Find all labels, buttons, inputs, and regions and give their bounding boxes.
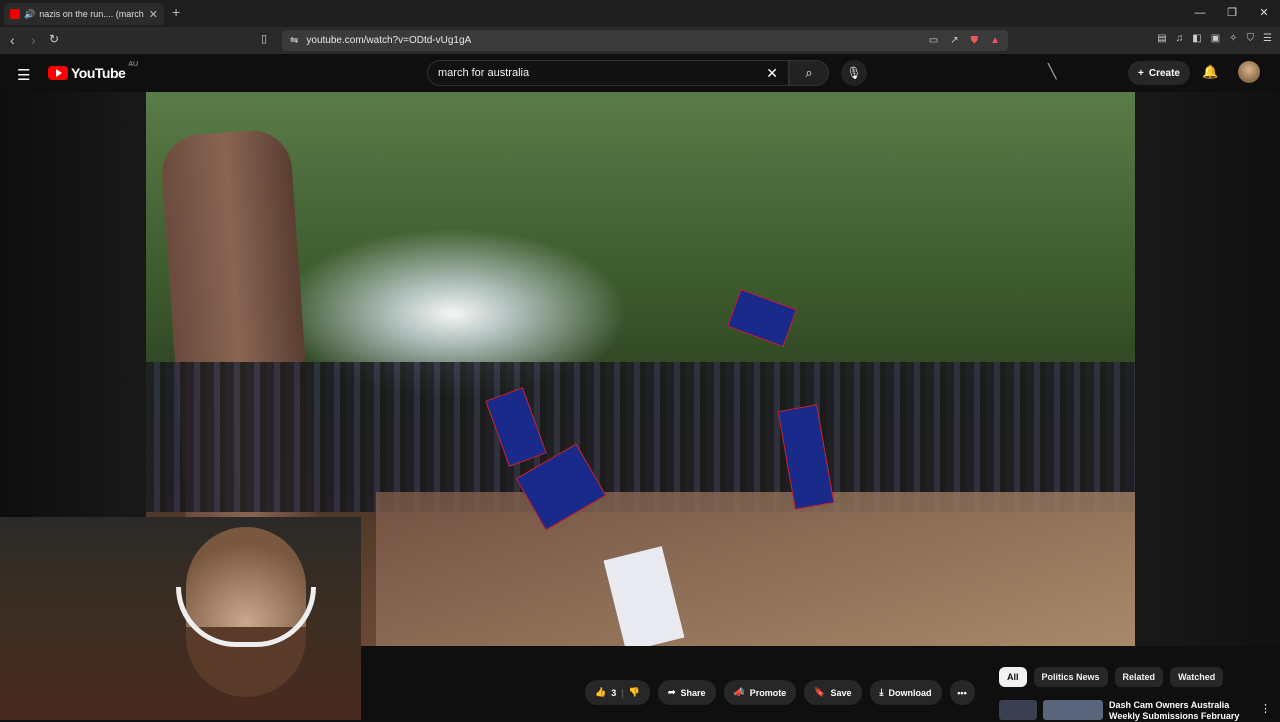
minimize-button[interactable]: — [1184, 0, 1216, 27]
youtube-wordmark: YouTube [71, 65, 126, 81]
recommendation-thumbnail-left[interactable] [999, 700, 1037, 720]
extensions-toolbar: ▤ ♫ ◧ ▣ ✧ ⛉ ☰ [1157, 33, 1272, 44]
promote-label: Promote [749, 687, 787, 698]
like-button[interactable]: 👍 3 | 👎 [585, 680, 650, 705]
save-label: Save [830, 687, 852, 698]
recommendation-thumbnail[interactable] [1043, 700, 1103, 720]
bookmark-save-icon: 🔖 [814, 687, 826, 697]
warning-icon[interactable]: ▲ [990, 35, 1000, 46]
download-button[interactable]: ⤓ Download [869, 680, 942, 705]
more-actions-button[interactable]: ••• [949, 680, 975, 705]
shield-icon[interactable]: ⛊ [971, 35, 979, 46]
share-icon: ➦ [667, 687, 676, 697]
music-icon[interactable]: ♫ [1176, 33, 1184, 44]
download-icon: ⤓ [879, 687, 884, 697]
wallet-icon[interactable]: ▣ [1211, 33, 1220, 44]
tab-close-icon[interactable]: ✕ [149, 8, 158, 21]
search-input[interactable]: march for australia ✕ [427, 60, 789, 86]
youtube-play-icon [48, 66, 68, 80]
youtube-favicon-icon [10, 9, 20, 19]
like-count: 3 [611, 687, 617, 698]
url-text: youtube.com/watch?v=ODtd-vUg1gA [306, 35, 472, 46]
microphone-icon: 🎙 [846, 66, 862, 80]
hamburger-menu-icon[interactable]: ☰ [17, 66, 30, 84]
share-button[interactable]: ➦ Share [657, 680, 716, 705]
download-label: Download [888, 687, 932, 698]
save-button[interactable]: 🔖 Save [804, 680, 862, 705]
new-tab-button[interactable]: + [172, 4, 180, 20]
chip-related[interactable]: Related [1114, 667, 1164, 687]
pen-icon: ╲ [1048, 63, 1057, 79]
webcam-overlay [0, 517, 361, 720]
window-controls: — ❐ ✕ [1184, 0, 1280, 27]
address-icons: ▭ ↗ ⛊ ▲ [929, 35, 1008, 46]
video-frame-flag [726, 288, 798, 348]
create-button[interactable]: + Create [1128, 61, 1190, 85]
browser-nav-bar: ‹ › ↻ ▯ ⇋ youtube.com/watch?v=ODtd-vUg1g… [0, 27, 1280, 54]
youtube-logo[interactable]: YouTube AU [48, 61, 138, 81]
close-window-button[interactable]: ✕ [1248, 0, 1280, 27]
promote-button[interactable]: 📣 Promote [723, 680, 797, 705]
chip-all[interactable]: All [999, 667, 1027, 687]
maximize-button[interactable]: ❐ [1216, 0, 1248, 27]
reload-icon[interactable]: ↻ [49, 32, 59, 46]
browser-tab[interactable]: 🔊 nazis on the run.... (march for ✕ [4, 3, 164, 25]
voice-search-button[interactable]: 🎙 [841, 60, 867, 86]
video-frame-crowd [146, 362, 1135, 512]
search-button[interactable]: ⌕ [789, 60, 829, 86]
recommendation-menu-icon[interactable]: ⋮ [1260, 702, 1271, 715]
notifications-bell-icon[interactable]: 🔔 [1202, 64, 1218, 80]
reader-icon[interactable]: ▤ [1157, 33, 1166, 44]
like-divider: | [621, 687, 624, 698]
plus-icon: + [1138, 67, 1144, 79]
share-label: Share [680, 687, 706, 698]
tab-title: nazis on the run.... (march for [39, 9, 145, 19]
browser-menu-icon[interactable]: ☰ [1263, 33, 1272, 44]
chip-politics-news[interactable]: Politics News [1033, 667, 1108, 687]
bookmark-icon[interactable]: ▯ [261, 32, 267, 45]
filter-chips: All Politics News Related Watched [999, 667, 1224, 687]
more-icon: ••• [957, 687, 967, 698]
video-actions: 👍 3 | 👎 ➦ Share 📣 Promote 🔖 Save ⤓ Downl… [585, 680, 975, 705]
search-icon: ⌕ [805, 65, 813, 80]
vpn-icon[interactable]: ⛉ [1247, 33, 1255, 44]
search-value: march for australia [438, 67, 530, 79]
share-page-icon[interactable]: ↗ [950, 35, 958, 46]
chip-watched[interactable]: Watched [1170, 667, 1224, 687]
avatar[interactable] [1238, 61, 1260, 83]
site-info-icon[interactable]: ⇋ [290, 35, 298, 46]
clear-search-icon[interactable]: ✕ [766, 65, 778, 82]
audio-icon[interactable]: 🔊 [24, 9, 35, 20]
recommendation-item[interactable]: Dash Cam Owners Australia Weekly Submiss… [999, 700, 1259, 722]
browser-tab-bar: 🔊 nazis on the run.... (march for ✕ + — … [0, 0, 1280, 27]
youtube-header: ☰ YouTube AU march for australia ✕ ⌕ 🎙 ╲… [0, 54, 1280, 92]
back-icon[interactable]: ‹ [10, 32, 15, 48]
ai-icon[interactable]: ✧ [1229, 33, 1237, 44]
thumbs-up-icon: 👍 [595, 687, 607, 697]
cast-icon[interactable]: ▭ [929, 35, 938, 46]
country-code: AU [128, 61, 139, 68]
address-bar[interactable]: ⇋ youtube.com/watch?v=ODtd-vUg1gA ▭ ↗ ⛊ … [282, 30, 1008, 51]
create-label: Create [1148, 67, 1180, 79]
sidebar-icon[interactable]: ◧ [1192, 33, 1201, 44]
megaphone-icon: 📣 [733, 687, 745, 697]
thumbs-down-icon[interactable]: 👎 [629, 687, 640, 698]
forward-icon[interactable]: › [31, 32, 36, 48]
video-frame-ground [376, 492, 1135, 646]
recommendation-title[interactable]: Dash Cam Owners Australia Weekly Submiss… [1109, 700, 1259, 722]
